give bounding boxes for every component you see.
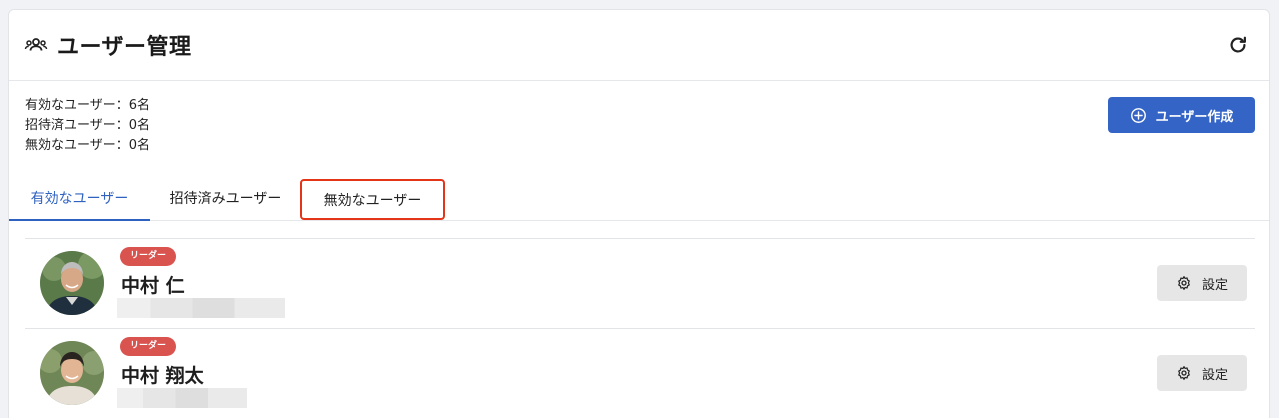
role-badge: リーダー — [120, 337, 177, 356]
inactive-user-count: 無効なユーザー：0名 — [25, 138, 151, 153]
settings-label: 設定 — [1201, 277, 1228, 293]
user-settings-button[interactable]: 設定 — [1157, 355, 1247, 391]
user-management-card: ユーザー管理 有効なユーザー：6名 招待済ユーザー：0名 無効なユーザー：0名 … — [8, 9, 1270, 418]
active-user-count: 有効なユーザー：6名 — [25, 98, 151, 113]
create-user-label: ユーザー作成 — [1155, 109, 1234, 125]
gear-icon — [1178, 276, 1190, 290]
user-email-redacted — [117, 388, 247, 408]
page-title: ユーザー管理 — [57, 35, 192, 60]
refresh-icon[interactable] — [1227, 34, 1249, 56]
plus-circle-icon — [1130, 107, 1146, 123]
user-stats: 有効なユーザー：6名 招待済ユーザー：0名 無効なユーザー：0名 — [25, 96, 150, 156]
create-user-button[interactable]: ユーザー作成 — [1108, 97, 1255, 133]
group-icon — [24, 38, 48, 51]
user-name: 中村 翔太 — [121, 365, 204, 387]
user-email-redacted — [117, 298, 285, 318]
tab-invited-users[interactable]: 招待済みユーザー — [154, 176, 297, 220]
settings-label: 設定 — [1201, 367, 1228, 383]
card-header: ユーザー管理 — [9, 10, 1269, 81]
tab-inactive-users[interactable]: 無効なユーザー — [300, 179, 445, 220]
list-item: リーダー 中村 仁 設定 — [25, 238, 1255, 328]
tab-active-users[interactable]: 有効なユーザー — [9, 176, 150, 221]
user-tabs: 有効なユーザー 招待済みユーザー 無効なユーザー — [9, 176, 1269, 221]
role-badge: リーダー — [120, 247, 177, 266]
avatar — [40, 251, 104, 315]
user-settings-button[interactable]: 設定 — [1157, 265, 1247, 301]
invited-user-count: 招待済ユーザー：0名 — [25, 118, 151, 133]
user-name: 中村 仁 — [121, 275, 185, 297]
gear-icon — [1178, 366, 1190, 380]
user-list: リーダー 中村 仁 設定 リーダー 中村 翔太 設定 — [25, 238, 1255, 418]
avatar — [40, 341, 104, 405]
list-item: リーダー 中村 翔太 設定 — [25, 328, 1255, 418]
